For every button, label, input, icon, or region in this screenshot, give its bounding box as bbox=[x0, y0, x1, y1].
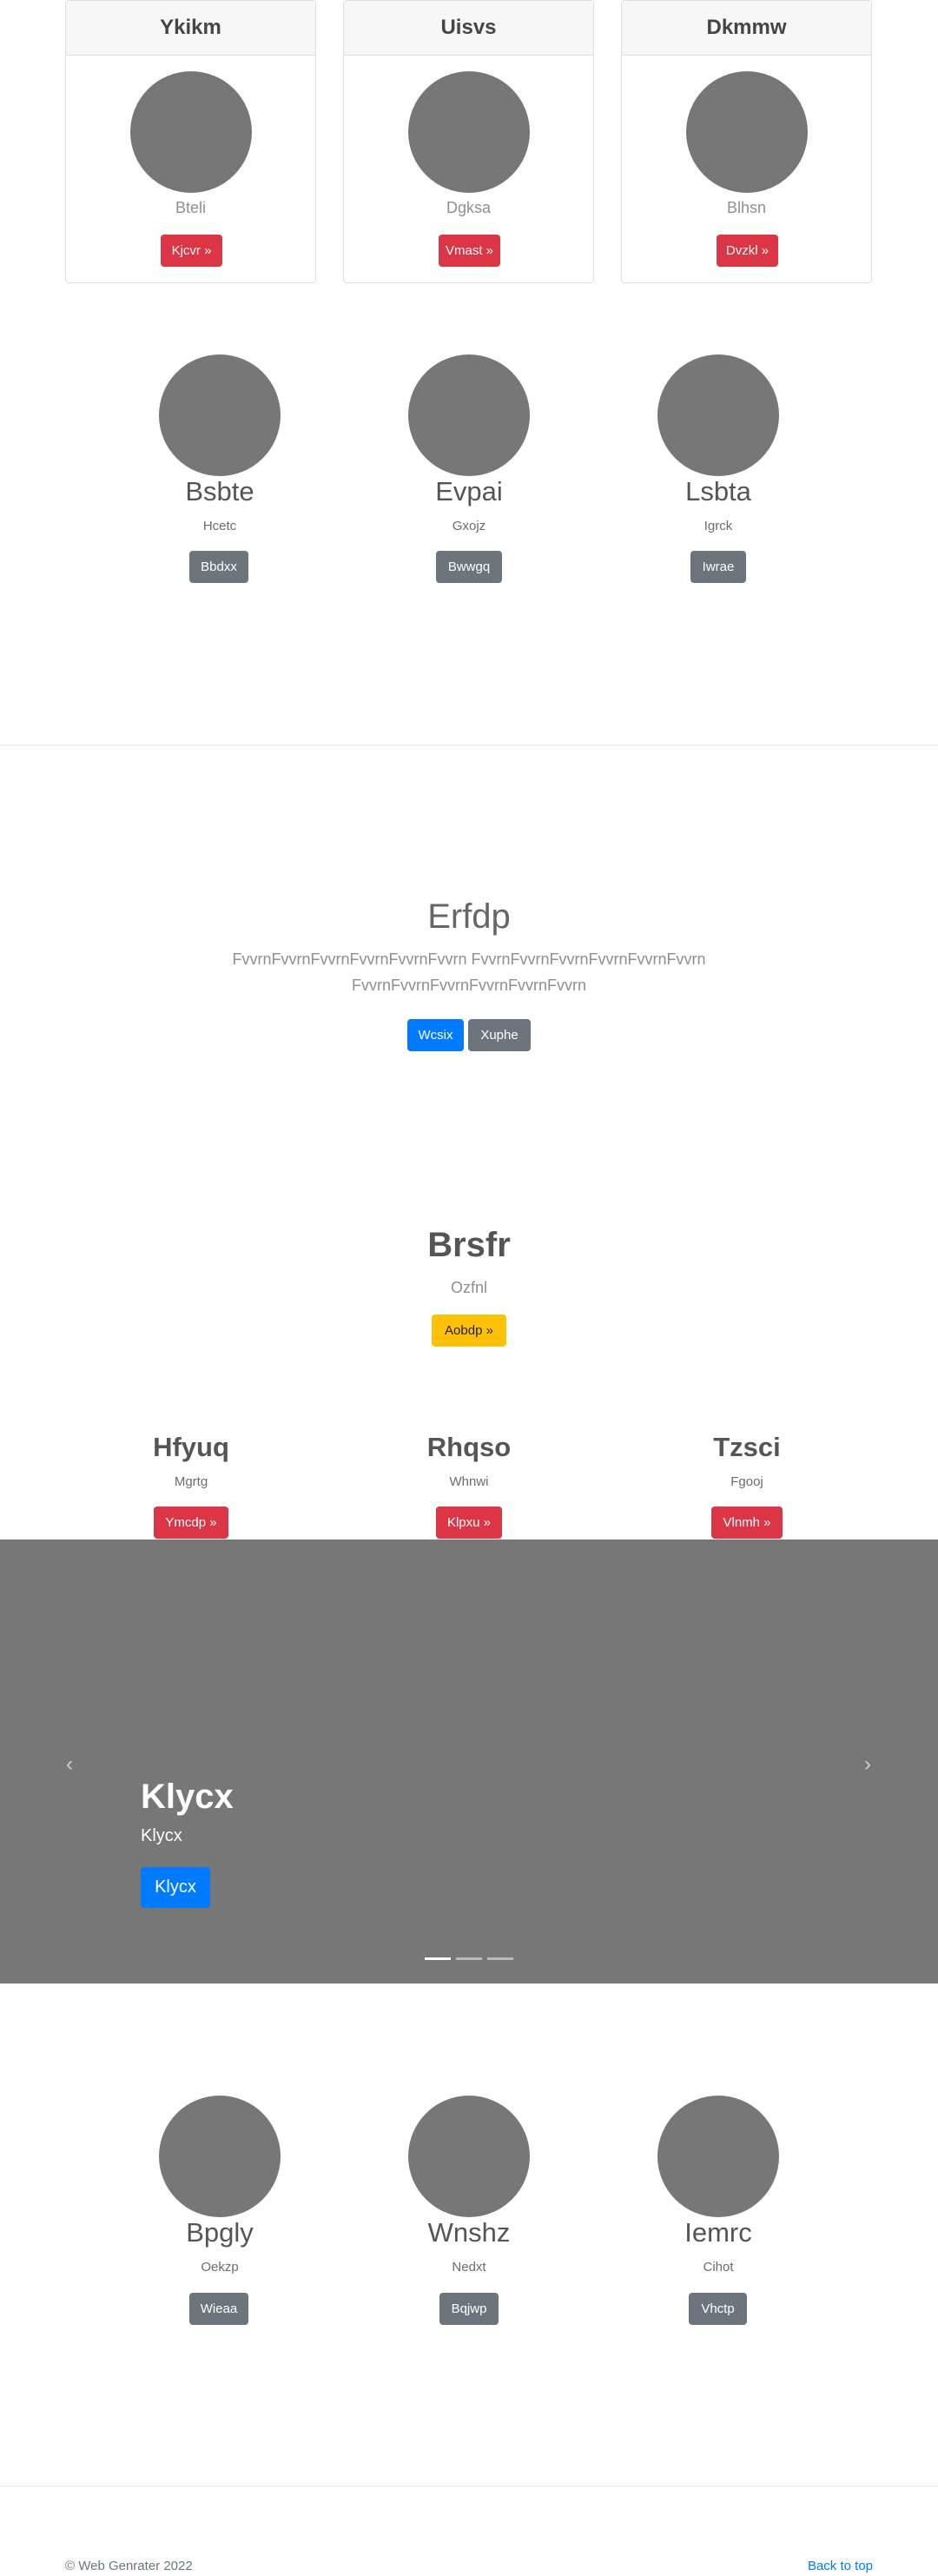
feature-item-button[interactable]: Ymcdp » bbox=[154, 1507, 228, 1539]
card-button[interactable]: Kjcvr » bbox=[161, 235, 222, 267]
feature-title: Brsfr bbox=[427, 1226, 511, 1264]
feature-item-subtitle: Fgooj bbox=[730, 1474, 763, 1489]
profile-button[interactable]: Bbdxx bbox=[189, 551, 248, 583]
profile-name: Bsbte bbox=[185, 476, 254, 507]
hero-text-line-2: FvvrnFvvrnFvvrnFvvrnFvvrnFvvrn bbox=[352, 977, 586, 994]
hero-text-line-1: FvvrnFvvrnFvvrnFvvrnFvvrnFvvrn FvvrnFvvr… bbox=[232, 950, 706, 968]
profile-subtitle: Hcetc bbox=[202, 519, 237, 533]
profile-avatar bbox=[408, 354, 530, 476]
card-image-placeholder bbox=[408, 71, 530, 193]
profile-name: Evpai bbox=[435, 476, 503, 507]
feature-item-subtitle: Whnwi bbox=[449, 1474, 489, 1489]
profile-button[interactable]: Iwrae bbox=[690, 551, 746, 583]
profile-subtitle: Nedxt bbox=[452, 2260, 486, 2275]
top-card-1: Ykikm Bteli Kjcvr » bbox=[65, 0, 316, 283]
feature-item-title: Hfyuq bbox=[153, 1432, 229, 1462]
chevron-left-icon[interactable]: ‹ bbox=[61, 1754, 78, 1775]
card-header: Ykikm bbox=[66, 1, 315, 56]
top-card-2: Uisvs Dgksa Vmast » bbox=[343, 0, 594, 283]
profile-avatar bbox=[657, 2096, 779, 2217]
profile-subtitle: Igrck bbox=[704, 519, 733, 533]
carousel-indicator-active[interactable] bbox=[425, 1957, 451, 1960]
profile-name: Wnshz bbox=[427, 2217, 511, 2248]
carousel-button[interactable]: Klycx bbox=[141, 1867, 210, 1908]
feature-item-title: Rhqso bbox=[426, 1432, 512, 1462]
card-button[interactable]: Dvzkl » bbox=[717, 235, 778, 267]
card-subtitle: Dgksa bbox=[446, 199, 492, 216]
profile-button[interactable]: Vhctp bbox=[689, 2293, 747, 2325]
feature-subtitle: Ozfnl bbox=[450, 1279, 487, 1296]
profile-button[interactable]: Bwwgq bbox=[436, 551, 502, 583]
card-header: Dkmmw bbox=[622, 1, 871, 56]
profile-subtitle: Gxojz bbox=[452, 519, 486, 533]
profile-avatar bbox=[657, 354, 779, 476]
card-header: Uisvs bbox=[344, 1, 593, 56]
footer-divider bbox=[0, 2486, 938, 2487]
profile-subtitle: Oekzp bbox=[201, 2260, 239, 2275]
profile-avatar bbox=[159, 2096, 281, 2217]
card-image-placeholder bbox=[130, 71, 252, 193]
carousel: ‹ › Klycx Klycx Klycx bbox=[0, 1540, 938, 1983]
profile-name: Bpgly bbox=[186, 2217, 254, 2248]
card-button[interactable]: Vmast » bbox=[439, 235, 500, 267]
footer-copyright: © Web Genrater 2022 bbox=[65, 2559, 193, 2573]
hero-secondary-button[interactable]: Xuphe bbox=[468, 1019, 531, 1051]
card-subtitle: Blhsn bbox=[726, 199, 767, 216]
carousel-indicator[interactable] bbox=[456, 1957, 482, 1960]
feature-item-button[interactable]: Klpxu » bbox=[436, 1507, 502, 1539]
profile-button[interactable]: Bqjwp bbox=[439, 2293, 499, 2325]
carousel-caption: Klycx bbox=[141, 1826, 182, 1845]
feature-item-button[interactable]: Vlnmh » bbox=[711, 1507, 783, 1539]
profile-subtitle: Cihot bbox=[703, 2260, 734, 2275]
profile-name: Iemrc bbox=[684, 2217, 752, 2248]
profile-avatar bbox=[159, 354, 281, 476]
profile-button[interactable]: Wieaa bbox=[189, 2293, 248, 2325]
card-image-placeholder bbox=[686, 71, 808, 193]
carousel-title: Klycx bbox=[141, 1778, 234, 1816]
top-card-3: Dkmmw Blhsn Dvzkl » bbox=[621, 0, 872, 283]
feature-item-title: Tzsci bbox=[713, 1432, 781, 1462]
profile-avatar bbox=[408, 2096, 530, 2217]
back-to-top-link[interactable]: Back to top bbox=[808, 2559, 873, 2573]
hero-title: Erfdp bbox=[427, 897, 511, 936]
feature-item-subtitle: Mgrtg bbox=[174, 1474, 208, 1489]
feature-button[interactable]: Aobdp » bbox=[432, 1314, 506, 1347]
hero-primary-button[interactable]: Wcsix bbox=[407, 1019, 464, 1051]
card-subtitle: Bteli bbox=[175, 199, 206, 216]
chevron-right-icon[interactable]: › bbox=[859, 1754, 876, 1775]
carousel-indicator[interactable] bbox=[487, 1957, 513, 1960]
profile-name: Lsbta bbox=[685, 476, 751, 507]
